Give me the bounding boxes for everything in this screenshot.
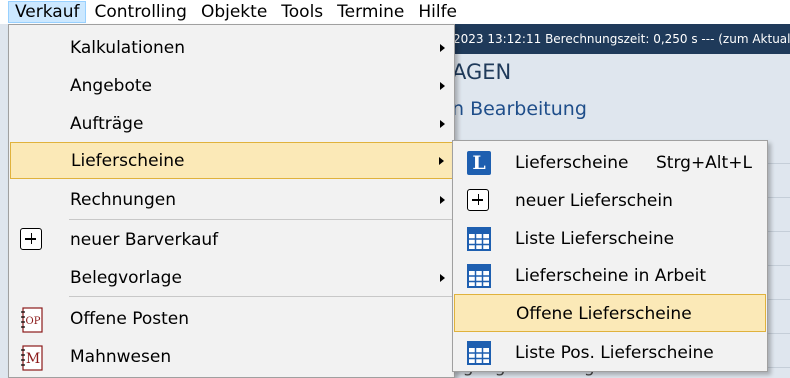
submenu-item-label: neuer Lieferschein xyxy=(515,191,673,211)
submenu-item-liste-pos-lieferscheine[interactable]: Liste Pos. Lieferscheine xyxy=(454,335,766,371)
submenu-item-offene-lieferscheine[interactable]: Offene Lieferscheine xyxy=(454,294,766,332)
table-grid-icon xyxy=(467,227,491,251)
menu-item-neuer-barverkauf[interactable]: neuer Barverkauf xyxy=(10,223,453,257)
menu-item-rechnungen[interactable]: Rechnungen xyxy=(10,183,453,217)
submenu-item-label: Lieferscheine in Arbeit xyxy=(515,266,707,286)
page-title: AGEN xyxy=(452,60,512,84)
submenu-item-label: Liste Lieferscheine xyxy=(515,229,675,249)
submenu-item-label: Liste Pos. Lieferscheine xyxy=(515,343,714,363)
menu-bar: Verkauf Controlling Objekte Tools Termin… xyxy=(0,0,790,24)
menu-tools[interactable]: Tools xyxy=(275,1,329,23)
menu-separator xyxy=(69,296,452,297)
table-grid-icon xyxy=(467,341,491,365)
submenu-item-liste-lieferscheine[interactable]: Liste Lieferscheine xyxy=(454,221,766,257)
menu-separator xyxy=(69,219,452,220)
plus-box-icon xyxy=(467,189,491,213)
menu-item-label: Angebote xyxy=(70,76,152,96)
l-letter-icon: L xyxy=(467,151,491,175)
menu-item-label: neuer Barverkauf xyxy=(70,230,219,250)
menu-item-mahnwesen[interactable]: M Mahnwesen xyxy=(10,340,453,374)
submenu-item-label: Offene Lieferscheine xyxy=(516,304,692,324)
menu-item-label: Offene Posten xyxy=(70,309,189,329)
menu-item-label: Kalkulationen xyxy=(70,38,186,58)
shortcut-label: Strg+Alt+L xyxy=(656,153,752,173)
submenu-arrow-icon xyxy=(440,274,445,282)
submenu-arrow-icon xyxy=(440,196,445,204)
op-ledger-icon: OP xyxy=(20,307,44,333)
svg-text:OP: OP xyxy=(26,316,41,327)
plus-box-icon xyxy=(20,228,44,252)
menu-verkauf[interactable]: Verkauf xyxy=(8,1,87,23)
menu-item-lieferscheine[interactable]: Lieferscheine xyxy=(10,142,453,179)
submenu-item-label: Lieferscheine xyxy=(515,153,629,173)
submenu-item-lieferscheine[interactable]: L Lieferscheine Strg+Alt+L xyxy=(454,145,766,181)
menu-item-label: Rechnungen xyxy=(70,190,176,210)
menu-hilfe[interactable]: Hilfe xyxy=(412,1,463,23)
lieferscheine-submenu: L Lieferscheine Strg+Alt+L neuer Liefers… xyxy=(452,140,768,372)
menu-item-label: Mahnwesen xyxy=(70,347,172,367)
svg-text:M: M xyxy=(26,351,40,367)
menu-item-label: Aufträge xyxy=(70,114,144,134)
m-ledger-icon: M xyxy=(20,345,44,371)
submenu-item-neuer-lieferschein[interactable]: neuer Lieferschein xyxy=(454,183,766,219)
menu-controlling[interactable]: Controlling xyxy=(88,1,192,23)
page-subtitle: n Bearbeitung xyxy=(452,98,587,120)
verkauf-dropdown: Kalkulationen Angebote Aufträge Liefersc… xyxy=(8,24,455,378)
menu-termine[interactable]: Termine xyxy=(331,1,410,23)
table-grid-icon xyxy=(467,264,491,288)
menu-item-auftraege[interactable]: Aufträge xyxy=(10,107,453,141)
menu-item-angebote[interactable]: Angebote xyxy=(10,69,453,103)
menu-objekte[interactable]: Objekte xyxy=(195,1,273,23)
submenu-item-lieferscheine-in-arbeit[interactable]: Lieferscheine in Arbeit xyxy=(454,258,766,294)
submenu-arrow-icon xyxy=(439,157,444,165)
menu-item-kalkulationen[interactable]: Kalkulationen xyxy=(10,31,453,65)
menu-item-offene-posten[interactable]: OP Offene Posten xyxy=(10,302,453,336)
menu-item-label: Lieferscheine xyxy=(71,151,185,171)
submenu-arrow-icon xyxy=(440,120,445,128)
menu-item-belegvorlage[interactable]: Belegvorlage xyxy=(10,261,453,295)
submenu-arrow-icon xyxy=(440,44,445,52)
status-bar: 2023 13:12:11 Berechnungszeit: 0,250 s -… xyxy=(445,24,790,54)
submenu-arrow-icon xyxy=(440,82,445,90)
menu-item-label: Belegvorlage xyxy=(70,268,182,288)
